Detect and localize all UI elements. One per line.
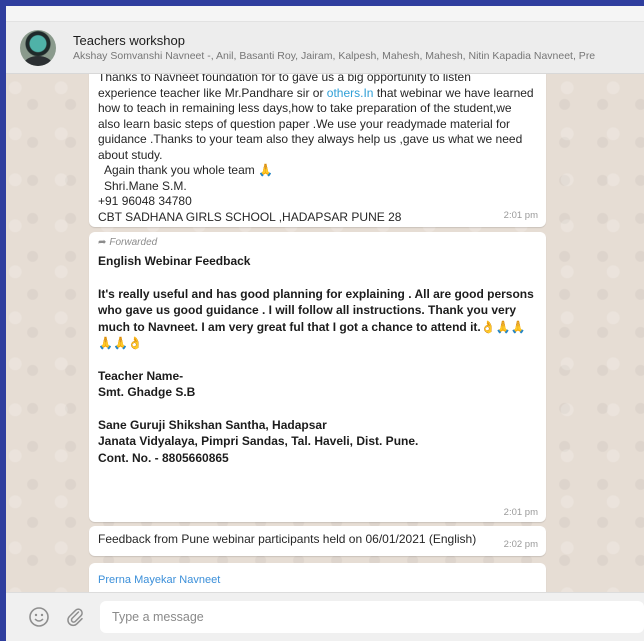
message-heading: English Webinar Feedback [98, 254, 251, 268]
message-input[interactable] [100, 601, 644, 633]
message-time: 2:01 pm [503, 209, 538, 221]
message-line: Smt. Ghadge S.B [98, 385, 196, 399]
message-text: experience teacher like Mr.Pandhare sir … [98, 85, 327, 100]
group-members: Akshay Somvanshi Navneet -, Anil, Basant… [73, 50, 596, 62]
forwarded-label: ➦ Forwarded [98, 236, 537, 250]
message-line: Cont. No. - 8805660865 [98, 450, 229, 465]
group-title: Teachers workshop [73, 33, 185, 48]
chat-header[interactable]: Teachers workshop Akshay Somvanshi Navne… [6, 22, 644, 74]
message-bubble[interactable]: Feedback from Pune webinar participants … [89, 526, 546, 556]
message-link[interactable]: others.In [327, 86, 374, 100]
paperclip-icon[interactable] [64, 606, 86, 628]
message-time: 2:02 pm [503, 538, 538, 550]
message-line: Again thank you whole team 🙏 [104, 163, 274, 177]
chat-window: Teachers workshop Akshay Somvanshi Navne… [6, 6, 644, 641]
message-line: Janata Vidyalaya, Pimpri Sandas, Tal. Ha… [98, 434, 419, 448]
message-line: experience teacher like Mr.Pandhare sir … [98, 86, 537, 102]
message-list[interactable]: Thanks to Navneet foundation for to gave… [6, 74, 644, 592]
message-composer [6, 592, 644, 641]
message-line: how to teach in remaining less days,how … [98, 101, 512, 115]
message-sender[interactable]: Prerna Mayekar Navneet [98, 574, 537, 586]
smiley-icon[interactable] [28, 606, 50, 628]
message-line: Thanks to Navneet foundation for to gave… [98, 74, 471, 84]
message-bubble[interactable]: ➦ Forwarded English Webinar Feedback It's… [89, 232, 546, 522]
message-text: that webinar we have learned [373, 85, 534, 100]
message-bubble[interactable]: Prerna Mayekar Navneet [89, 563, 546, 592]
message-line: +91 96048 34780 [98, 194, 192, 208]
message-line: Teacher Name- [98, 368, 184, 383]
group-avatar[interactable] [20, 29, 56, 66]
forward-arrow-icon: ➦ [98, 237, 107, 248]
window-top-strip [6, 6, 644, 22]
message-line: guidance .Thanks to your team also they … [98, 132, 523, 146]
chat-header-text: Teachers workshop Akshay Somvanshi Navne… [73, 32, 595, 63]
message-time: 2:01 pm [503, 507, 538, 518]
message-line: CBT SADHANA GIRLS SCHOOL ,HADAPSAR PUNE … [98, 209, 402, 224]
message-line: about study. [98, 147, 163, 162]
message-line: Sane Guruji Shikshan Santha, Hadapsar [98, 417, 327, 432]
message-bubble[interactable]: Thanks to Navneet foundation for to gave… [89, 74, 546, 227]
message-text: Feedback from Pune webinar participants … [98, 532, 477, 546]
message-line: Shri.Mane S.M. [104, 178, 187, 193]
forwarded-text: Forwarded [109, 237, 158, 248]
message-line: also learn basic steps of question paper… [98, 116, 510, 131]
message-paragraph: It's really useful and has good planning… [98, 286, 534, 351]
